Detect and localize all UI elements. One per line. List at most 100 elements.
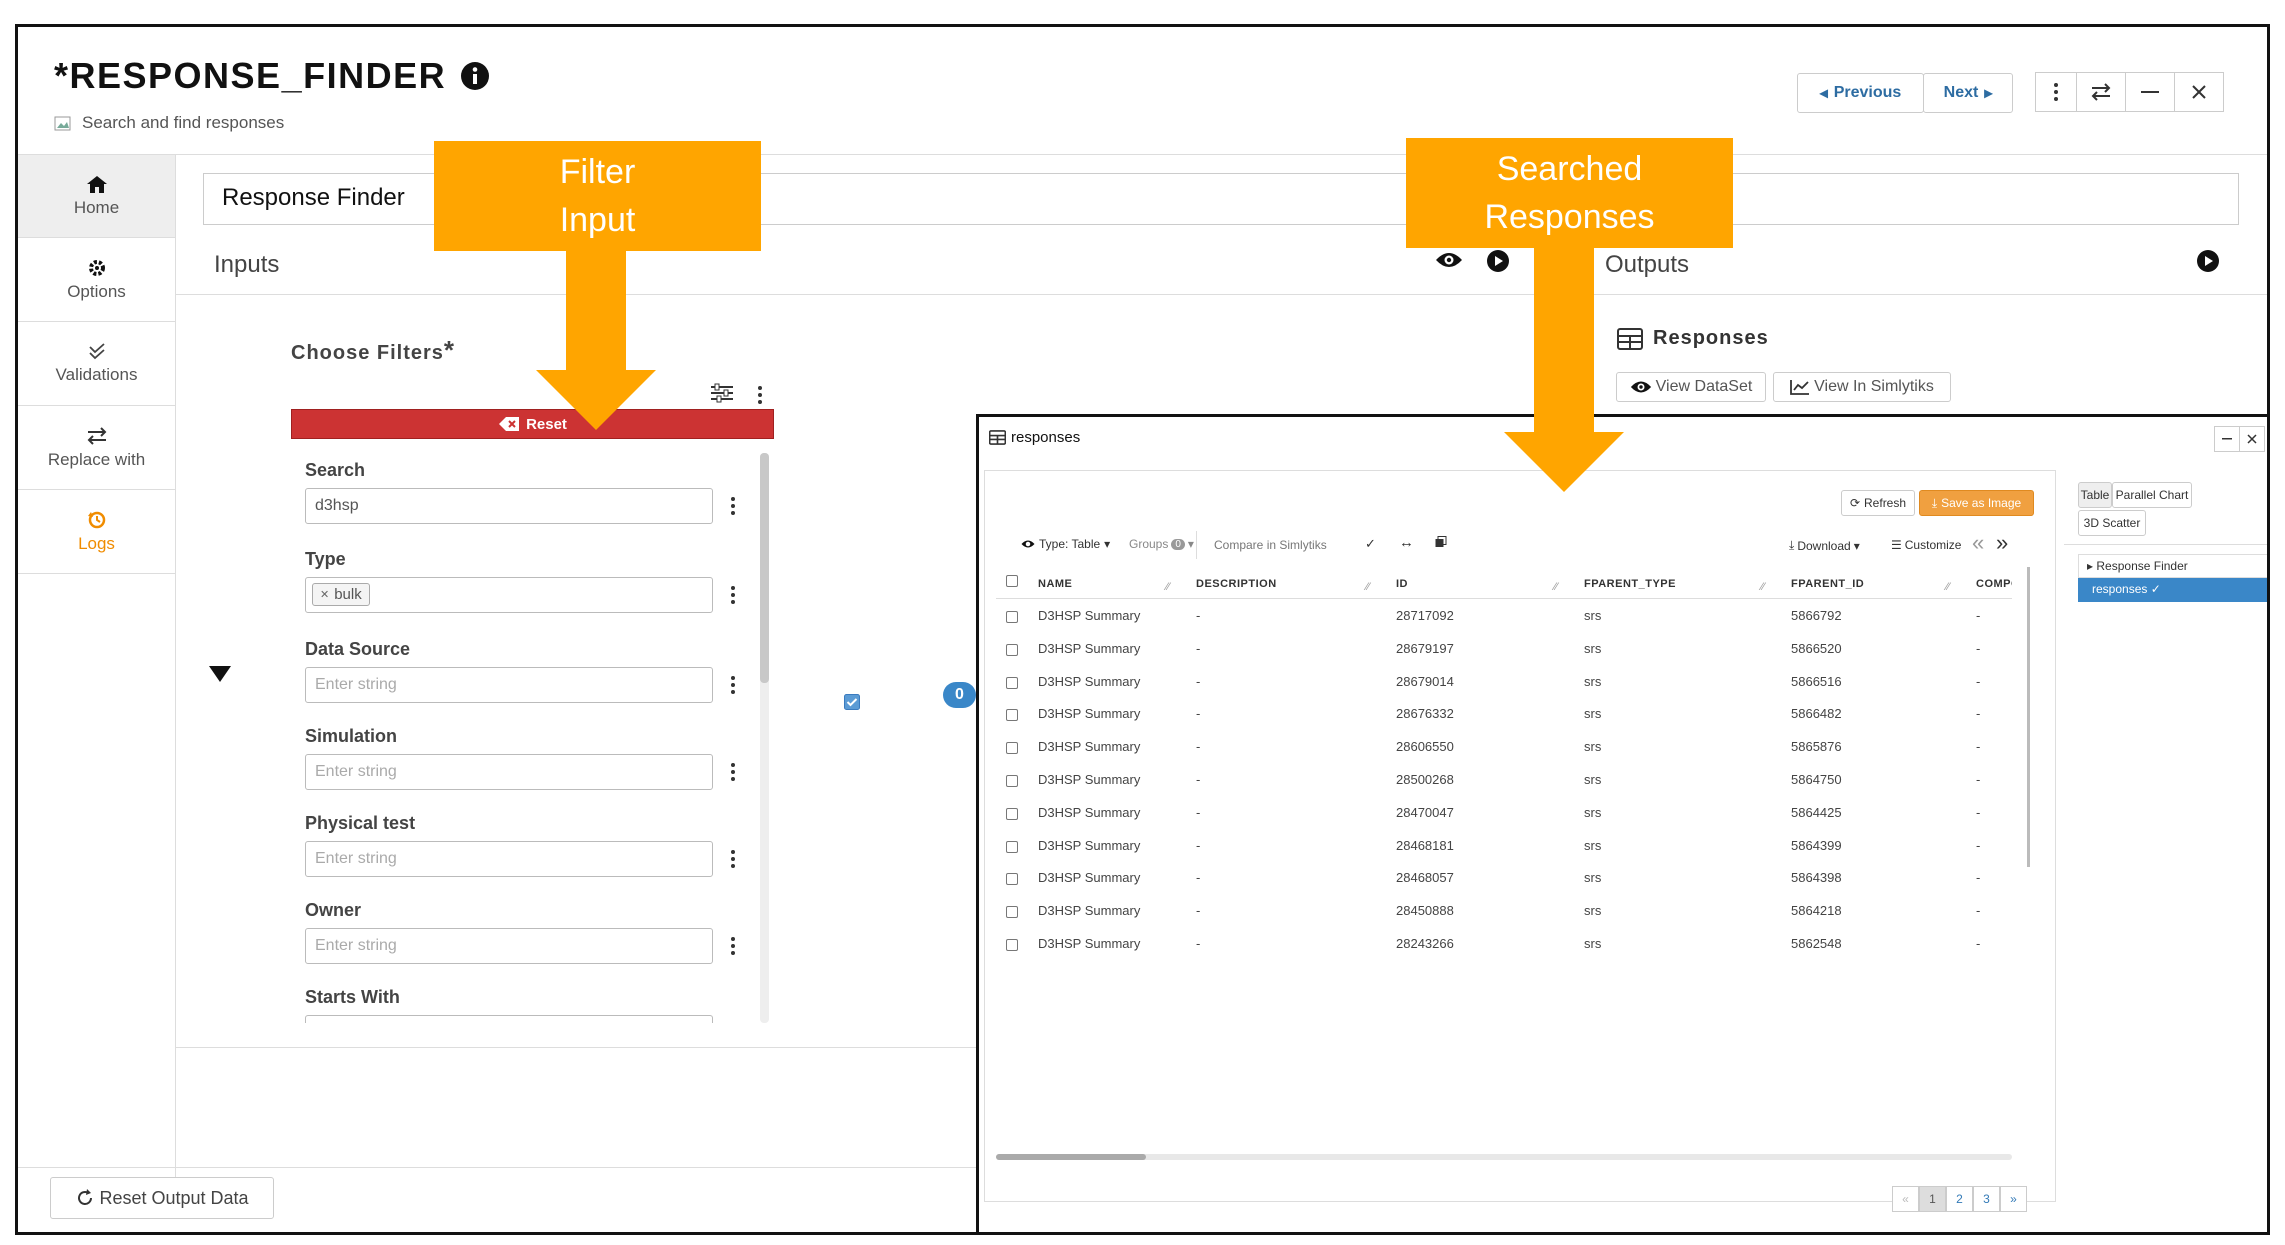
row-checkbox[interactable] <box>1006 840 1018 853</box>
expand-right-icon[interactable]: » <box>1996 530 2008 556</box>
type-more-icon[interactable] <box>728 582 738 608</box>
owner-more-icon[interactable] <box>728 933 738 959</box>
filters-scrollbar[interactable] <box>760 453 769 1023</box>
eye-icon[interactable] <box>1435 251 1463 269</box>
table-row[interactable]: D3HSP Summary - 28450888 srs 5864218 - <box>996 894 2012 927</box>
table-row[interactable]: D3HSP Summary - 28717092 srs 5866792 - <box>996 599 2012 632</box>
table-row[interactable]: D3HSP Summary - 28500268 srs 5864750 - <box>996 763 2012 796</box>
table-row[interactable]: D3HSP Summary - 28679197 srs 5866520 - <box>996 632 2012 665</box>
physical-test-input[interactable]: Enter string <box>305 841 713 877</box>
column-resize-handle[interactable]: ⁄⁄ <box>1366 581 1370 593</box>
table-row[interactable]: D3HSP Summary - 28470047 srs 5864425 - <box>996 796 2012 829</box>
row-checkbox[interactable] <box>1006 807 1018 820</box>
tree-item-responses[interactable]: responses ✓ <box>2078 578 2267 602</box>
expand-horizontal-icon[interactable]: ↔ <box>1399 534 1414 551</box>
groups-dropdown[interactable]: Groups 0 ▾ <box>1129 537 1194 551</box>
close-button[interactable] <box>2174 72 2224 112</box>
row-checkbox[interactable] <box>1006 939 1018 951</box>
filters-more-icon[interactable] <box>755 382 765 408</box>
next-button[interactable]: Next ▸ <box>1923 73 2013 113</box>
search-more-icon[interactable] <box>728 493 738 519</box>
row-checkbox[interactable] <box>1006 742 1018 755</box>
copy-icon[interactable] <box>1435 536 1447 548</box>
starts-with-input[interactable] <box>305 1015 713 1023</box>
row-checkbox[interactable] <box>1006 611 1018 623</box>
play-circle-icon[interactable] <box>2197 250 2219 272</box>
previous-button[interactable]: ◂ Previous <box>1797 73 1924 113</box>
table-row[interactable]: D3HSP Summary - 28679014 srs 5866516 - <box>996 665 2012 698</box>
tab-3d-scatter[interactable]: 3D Scatter <box>2078 510 2146 536</box>
column-header[interactable]: ID <box>1396 578 1408 590</box>
sidebar-item-home[interactable]: Home <box>18 155 175 238</box>
row-checkbox[interactable] <box>1006 775 1018 787</box>
page-button[interactable]: 3 <box>1973 1186 2000 1212</box>
table-row[interactable]: D3HSP Summary - 28468057 srs 5864398 - <box>996 861 2012 894</box>
owner-input[interactable]: Enter string <box>305 928 713 964</box>
page-button[interactable]: « <box>1892 1186 1919 1212</box>
column-header[interactable]: DESCRIPTION <box>1196 578 1277 590</box>
page-button[interactable]: 2 <box>1946 1186 1973 1212</box>
sidebar-item-options[interactable]: Options <box>18 239 175 322</box>
swap-button[interactable] <box>2076 72 2126 112</box>
data-source-more-icon[interactable] <box>728 672 738 698</box>
table-v-scrollbar[interactable] <box>2027 567 2030 867</box>
column-resize-handle[interactable]: ⁄⁄ <box>1761 581 1765 593</box>
refresh-button[interactable]: ⟳ Refresh <box>1841 490 1915 516</box>
column-header[interactable]: FPARENT_ID <box>1791 578 1864 590</box>
select-all-checkbox[interactable] <box>1006 575 1018 587</box>
remove-tag-icon[interactable]: ✕ <box>320 588 329 601</box>
view-dataset-button[interactable]: View DataSet <box>1616 372 1766 402</box>
collapse-left-icon[interactable]: « <box>1972 530 1984 556</box>
type-tag[interactable]: ✕ bulk <box>312 583 370 606</box>
customize-button[interactable]: ☰ Customize <box>1891 538 1961 552</box>
tab-parallel-chart[interactable]: Parallel Chart <box>2112 482 2192 508</box>
search-input[interactable]: d3hsp <box>305 488 713 524</box>
table-row[interactable]: D3HSP Summary - 28676332 srs 5866482 - <box>996 697 2012 730</box>
physical-test-more-icon[interactable] <box>728 846 738 872</box>
table-h-scrollbar-thumb[interactable] <box>996 1154 1146 1160</box>
page-button[interactable]: » <box>2000 1186 2027 1212</box>
info-icon[interactable] <box>460 61 490 91</box>
data-source-input[interactable]: Enter string <box>305 667 713 703</box>
sidebar-item-validations[interactable]: Validations <box>18 323 175 406</box>
type-select[interactable]: ✕ bulk <box>305 577 713 613</box>
funnel-icon[interactable] <box>208 664 232 684</box>
row-checkbox[interactable] <box>1006 676 1018 689</box>
popup-minimize-button[interactable] <box>2214 426 2240 452</box>
download-dropdown[interactable]: ⤓ Download ▾ <box>1789 538 1860 553</box>
column-resize-handle[interactable]: ⁄⁄ <box>1554 581 1558 593</box>
row-checkbox[interactable] <box>1006 906 1018 919</box>
tab-table[interactable]: Table <box>2078 482 2112 508</box>
column-header[interactable]: COMPOSITE_E <box>1976 578 2012 590</box>
row-checkbox[interactable] <box>1006 643 1018 656</box>
tree-item-response-finder[interactable]: ▸ Response Finder <box>2078 554 2267 578</box>
column-header[interactable]: NAME <box>1038 578 1072 590</box>
column-header[interactable]: FPARENT_TYPE <box>1584 578 1676 590</box>
sliders-icon[interactable] <box>710 383 734 403</box>
compare-in-simlytiks-button[interactable]: Compare in Simlytiks <box>1214 538 1327 552</box>
page-button[interactable]: 1 <box>1919 1186 1946 1212</box>
sidebar-item-logs[interactable]: Logs <box>18 491 175 574</box>
row-checkbox[interactable] <box>1006 873 1018 886</box>
reset-output-data-button[interactable]: Reset Output Data <box>50 1177 274 1219</box>
column-resize-handle[interactable]: ⁄⁄ <box>1946 581 1950 593</box>
popup-close-button[interactable] <box>2239 426 2265 452</box>
column-resize-handle[interactable]: ⁄⁄ <box>1166 581 1170 593</box>
more-options-button[interactable] <box>2035 72 2077 112</box>
save-as-image-button[interactable]: ⤓ Save as Image <box>1919 490 2034 516</box>
table-row[interactable]: D3HSP Summary - 28468181 srs 5864399 - <box>996 829 2012 862</box>
simulation-more-icon[interactable] <box>728 759 738 785</box>
sidebar-item-replace-with[interactable]: Replace with <box>18 407 175 490</box>
double-check-icon[interactable]: ✓ <box>1365 536 1376 552</box>
table-row[interactable]: D3HSP Summary - 28606550 srs 5865876 - <box>996 730 2012 763</box>
row-checkbox[interactable] <box>1006 709 1018 722</box>
type-dropdown[interactable]: Type: Table ▾ <box>1021 537 1110 551</box>
table-h-scrollbar[interactable] <box>996 1154 2012 1160</box>
checkbox-checked[interactable] <box>844 694 860 710</box>
view-in-simlytiks-button[interactable]: View In Simlytiks <box>1773 372 1951 402</box>
table-row[interactable]: D3HSP Summary - 28243266 srs 5862548 - <box>996 927 2012 960</box>
filters-scrollbar-thumb[interactable] <box>760 453 769 683</box>
reset-button[interactable]: Reset <box>291 409 774 439</box>
simulation-input[interactable]: Enter string <box>305 754 713 790</box>
minimize-button[interactable] <box>2125 72 2175 112</box>
